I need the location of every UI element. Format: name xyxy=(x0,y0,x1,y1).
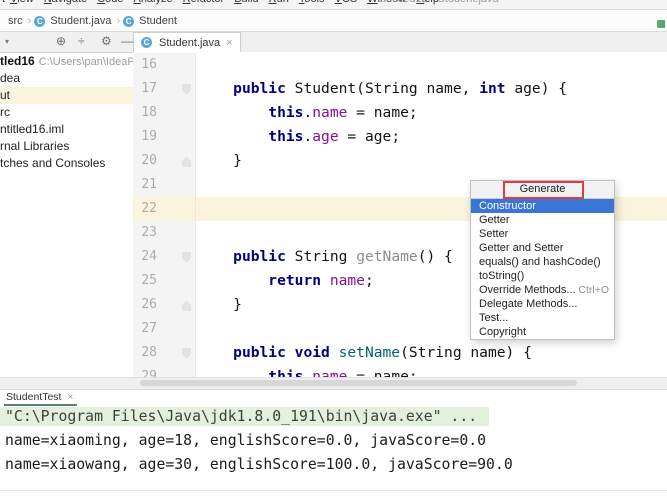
generate-item-tostring[interactable]: toString() xyxy=(471,269,614,283)
tree-item-ut[interactable]: ut xyxy=(0,87,133,104)
code-text: this.name = name; xyxy=(196,101,418,125)
code-text: public String getName() { xyxy=(196,245,453,269)
code-line-18[interactable]: 18 this.name = name; xyxy=(133,101,667,125)
line-number[interactable]: 22 xyxy=(133,197,196,221)
generate-item-equals-and-hashcode[interactable]: equals() and hashCode() xyxy=(471,255,614,269)
tree-item-tches-and-consoles[interactable]: tches and Consoles xyxy=(0,155,133,172)
window-title: untitled16 - Student.java xyxy=(380,0,499,8)
code-text: public void setName(String name) { xyxy=(196,341,532,365)
console-tab-label: StudentTest xyxy=(6,391,61,403)
generate-item-setter[interactable]: Setter xyxy=(471,227,614,241)
class-icon: C xyxy=(123,16,134,27)
locate-icon[interactable]: ⊕ xyxy=(56,34,66,48)
code-line-28[interactable]: 28 public void setName(String name) { xyxy=(133,341,667,365)
menu-bar-items: ViewNavigateCodeAnalyzeRefactorBuildRunT… xyxy=(5,0,444,5)
generate-item-constructor[interactable]: Constructor xyxy=(471,199,614,213)
console-line: name=xiaowang, age=30, englishScore=100.… xyxy=(0,453,667,477)
breadcrumb-item-src[interactable]: src xyxy=(6,15,25,27)
breadcrumb-bar: src›CStudent.java›CStudent xyxy=(0,10,667,32)
line-number[interactable]: 23 xyxy=(133,221,196,245)
divider xyxy=(0,490,667,491)
line-number[interactable]: 21 xyxy=(133,173,196,197)
tab-student-java[interactable]: C Student.java × xyxy=(133,32,241,52)
ide-window: tViewNavigateCodeAnalyzeRefactorBuildRun… xyxy=(0,0,667,500)
code-text xyxy=(196,221,198,245)
project-root-name: tled16 xyxy=(0,54,35,68)
generate-popup-header[interactable]: Generate xyxy=(471,181,614,199)
code-text: } xyxy=(196,293,242,317)
line-number[interactable]: 29 xyxy=(133,365,196,377)
toolbar-row: ▾ ⊕ ÷ ⚙ — C Student.java × xyxy=(0,32,667,53)
menu-item-tools[interactable]: Tools xyxy=(294,0,330,8)
code-text xyxy=(196,173,198,197)
code-text xyxy=(196,317,198,341)
line-number[interactable]: 16 xyxy=(133,53,196,77)
chevron-right-icon: › xyxy=(25,15,35,27)
close-icon[interactable]: × xyxy=(226,37,232,49)
code-text: } xyxy=(196,149,242,173)
project-panel: tled16 C:\Users\pan\IdeaProjects deautrcn… xyxy=(0,53,134,377)
code-text: this.name = name; xyxy=(196,365,418,377)
generate-item-test[interactable]: Test... xyxy=(471,311,614,325)
tab-studenttest[interactable]: StudentTest × xyxy=(4,390,77,406)
close-icon[interactable]: × xyxy=(67,392,73,403)
run-console: StudentTest × "C:\Program Files\Java\jdk… xyxy=(0,390,667,500)
menu-item-view[interactable]: View xyxy=(5,0,39,8)
line-number[interactable]: 25 xyxy=(133,269,196,293)
tree-item-rc[interactable]: rc xyxy=(0,104,133,121)
code-line-20[interactable]: 20 } xyxy=(133,149,667,173)
menu-item-analyze[interactable]: Analyze xyxy=(128,0,177,8)
generate-item-delegate-methods[interactable]: Delegate Methods... xyxy=(471,297,614,311)
line-number[interactable]: 18 xyxy=(133,101,196,125)
generate-item-override-methods[interactable]: Override Methods...Ctrl+O xyxy=(471,283,614,297)
project-root-item[interactable]: tled16 C:\Users\pan\IdeaProjects xyxy=(0,53,133,70)
generate-item-getter[interactable]: Getter xyxy=(471,213,614,227)
project-root-path: C:\Users\pan\IdeaProjects xyxy=(39,56,133,68)
horizontal-scrollbar[interactable] xyxy=(0,377,667,390)
code-text: public Student(String name, int age) { xyxy=(196,77,567,101)
class-icon: C xyxy=(141,37,152,48)
settings-icon[interactable]: ⚙ xyxy=(101,34,112,48)
menu-item-code[interactable]: Code xyxy=(92,0,128,8)
breadcrumb-item-student-java[interactable]: Student.java xyxy=(48,15,113,27)
console-output: "C:\Program Files\Java\jdk1.8.0_191\bin\… xyxy=(0,405,667,477)
collapse-all-icon[interactable]: ÷ xyxy=(78,34,85,48)
menu-item-navigate[interactable]: Navigate xyxy=(39,0,92,8)
breadcrumb-item-student[interactable]: Student xyxy=(137,15,179,27)
menu-item-run[interactable]: Run xyxy=(264,0,294,8)
menu-bar: tViewNavigateCodeAnalyzeRefactorBuildRun… xyxy=(0,0,667,10)
generate-item-getter-and-setter[interactable]: Getter and Setter xyxy=(471,241,614,255)
generate-popup: Generate ConstructorGetterSetterGetter a… xyxy=(470,180,615,340)
code-text xyxy=(196,53,198,77)
chevron-right-icon: › xyxy=(114,15,124,27)
class-icon: C xyxy=(34,16,45,27)
code-text: this.age = age; xyxy=(196,125,400,149)
breadcrumb: src›CStudent.java›CStudent xyxy=(6,15,179,27)
code-line-29[interactable]: 29 this.name = name; xyxy=(133,365,667,377)
code-line-19[interactable]: 19 this.age = age; xyxy=(133,125,667,149)
code-line-17[interactable]: 17 public Student(String name, int age) … xyxy=(133,77,667,101)
menu-item-build[interactable]: Build xyxy=(229,0,263,8)
scrollbar-thumb[interactable] xyxy=(140,380,577,386)
code-line-16[interactable]: 16 xyxy=(133,53,667,77)
menu-item-refactor[interactable]: Refactor xyxy=(178,0,230,8)
console-line: name=xiaoming, age=18, englishScore=0.0,… xyxy=(0,429,667,453)
project-tree: deautrcntitled16.imlrnal Librariestches … xyxy=(0,70,133,172)
code-text xyxy=(196,197,198,221)
generate-popup-title: Generate xyxy=(520,183,566,195)
line-number[interactable]: 27 xyxy=(133,317,196,341)
tree-item-ntitled16-iml[interactable]: ntitled16.iml xyxy=(0,121,133,138)
chevron-down-icon[interactable]: ▾ xyxy=(5,37,9,46)
tab-label: Student.java xyxy=(159,37,220,49)
tree-item-rnal-libraries[interactable]: rnal Libraries xyxy=(0,138,133,155)
generate-popup-list: ConstructorGetterSetterGetter and Setter… xyxy=(471,199,614,339)
plugin-icon-fragment xyxy=(657,20,665,28)
code-text: return name; xyxy=(196,269,374,293)
line-number[interactable]: 19 xyxy=(133,125,196,149)
tree-item-dea[interactable]: dea xyxy=(0,70,133,87)
menu-item-vcs[interactable]: VCS xyxy=(330,0,363,8)
generate-item-copyright[interactable]: Copyright xyxy=(471,325,614,339)
console-line: "C:\Program Files\Java\jdk1.8.0_191\bin\… xyxy=(0,405,667,429)
hide-icon[interactable]: — xyxy=(121,34,133,48)
